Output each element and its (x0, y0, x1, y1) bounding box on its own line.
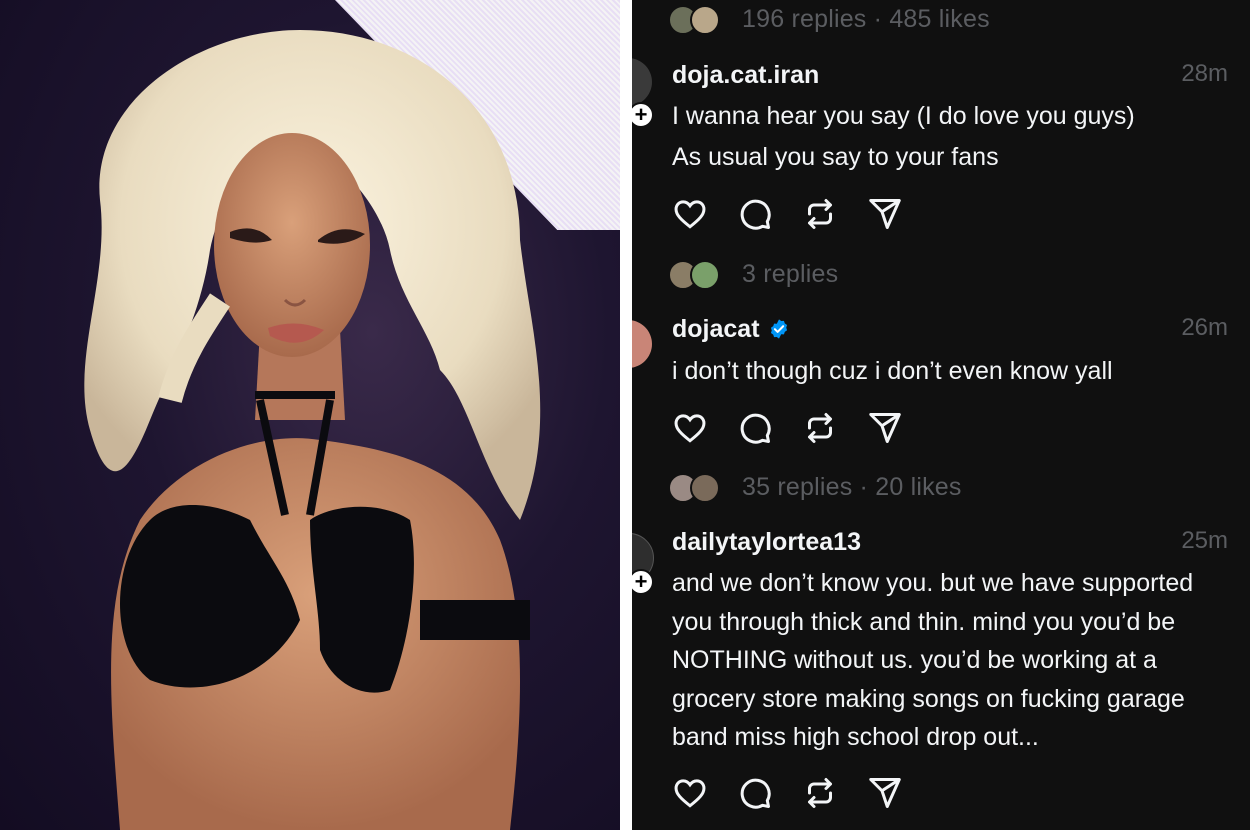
post-body: i don’t though cuz i don’t even know yal… (672, 352, 1250, 391)
post-line: you through thick and thin. mind you you… (672, 607, 1176, 636)
repost-icon[interactable] (802, 775, 838, 811)
post-body: I wanna hear you say (I do love you guys… (672, 97, 1250, 176)
mini-avatar (690, 5, 720, 35)
post-stats[interactable]: 35 replies · 20 likes (668, 470, 962, 504)
repost-icon[interactable] (802, 196, 838, 232)
post-line: and we don’t know you. but we have suppo… (672, 569, 1194, 597)
avatar[interactable] (632, 320, 652, 368)
post-line: As usual you say to your fans (672, 142, 999, 171)
threads-replies-panel: 196 replies · 485 likes + doja.cat.iran … (632, 0, 1250, 830)
reply-avatars (668, 260, 730, 290)
post-stats[interactable]: 3 replies (668, 257, 838, 291)
mini-avatar (690, 260, 720, 290)
reply-avatars (668, 473, 730, 503)
post-line: i don’t though cuz i don’t even know yal… (672, 357, 1113, 385)
post-line: band miss high school drop out... (672, 723, 1039, 751)
avatar[interactable] (632, 58, 652, 106)
heart-icon[interactable] (672, 410, 708, 446)
verified-badge-icon (770, 319, 787, 339)
stats-text: 3 replies (742, 259, 839, 288)
reply-avatars (668, 5, 730, 35)
repost-icon[interactable] (802, 410, 838, 446)
post-actions (672, 196, 932, 232)
heart-icon[interactable] (672, 196, 708, 232)
mini-avatar (690, 473, 720, 503)
panel-divider (620, 0, 632, 830)
comment-icon[interactable] (737, 775, 773, 811)
share-icon[interactable] (867, 775, 903, 811)
post-actions (672, 410, 932, 446)
share-icon[interactable] (867, 196, 903, 232)
performer-figure (84, 30, 541, 830)
celebrity-photo (0, 0, 620, 830)
username[interactable]: doja.cat.iran (672, 61, 819, 90)
thread-stats-top[interactable]: 196 replies · 485 likes (668, 2, 990, 36)
heart-icon[interactable] (672, 775, 708, 811)
post-line: NOTHING without us. you’d be working at … (672, 646, 1157, 674)
post-line: grocery store making songs on fucking ga… (672, 684, 1185, 713)
post-body: and we don’t know you. but we have suppo… (672, 564, 1250, 757)
post-actions (672, 775, 932, 811)
stats-text: 196 replies · 485 likes (742, 4, 990, 33)
stats-text: 35 replies · 20 likes (742, 472, 962, 501)
timestamp: 28m (1181, 60, 1228, 87)
username[interactable]: dojacat (672, 315, 760, 344)
timestamp: 26m (1181, 314, 1228, 341)
post-line: I wanna hear you say (I do love you guys… (672, 102, 1135, 130)
timestamp: 25m (1181, 527, 1228, 554)
follow-plus-icon[interactable]: + (632, 569, 654, 595)
username[interactable]: dailytaylortea13 (672, 528, 861, 557)
comment-icon[interactable] (737, 410, 773, 446)
comment-icon[interactable] (737, 196, 773, 232)
share-icon[interactable] (867, 410, 903, 446)
follow-plus-icon[interactable]: + (632, 102, 654, 128)
